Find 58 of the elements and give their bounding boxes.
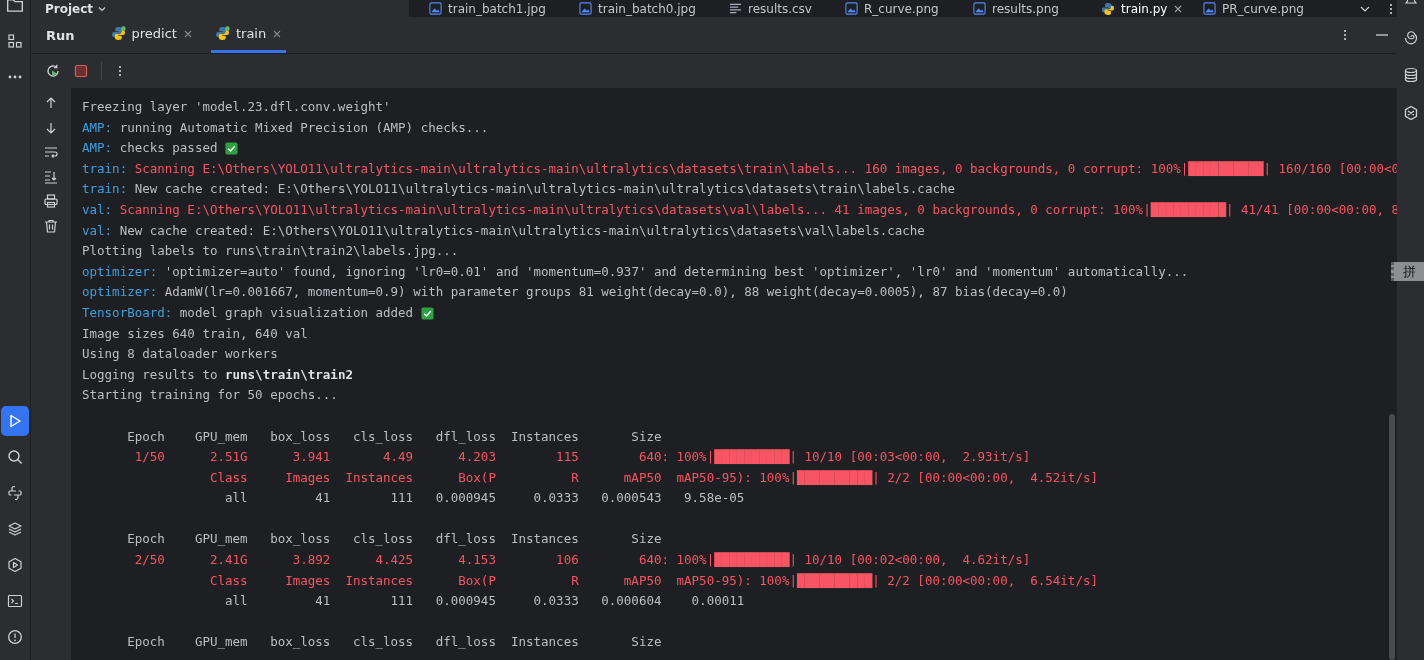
console-line: Freezing layer 'model.23.dfl.conv.weight' bbox=[82, 98, 391, 116]
project-menu[interactable]: Project bbox=[31, 1, 409, 16]
python-icon bbox=[214, 26, 230, 41]
text-file-icon bbox=[729, 2, 742, 15]
soft-wrap-icon[interactable] bbox=[43, 144, 59, 160]
input-method-indicator[interactable]: 拼 bbox=[1391, 262, 1424, 281]
console-line: Using 8 dataloader workers bbox=[82, 345, 278, 364]
run-icon[interactable] bbox=[1, 406, 29, 436]
console-line: AMP: running Automatic Mixed Precision (AMP) checks... bbox=[82, 118, 489, 137]
panel-title: Run bbox=[46, 27, 75, 43]
editor-tab[interactable]: results.png bbox=[965, 0, 1093, 17]
console-line: Epoch GPU_mem box_loss cls_loss dfl_loss Instances Size bbox=[126, 633, 662, 652]
console-line: Epoch GPU_mem box_loss cls_loss dfl_loss Instances Size bbox=[126, 530, 662, 549]
print-icon[interactable] bbox=[43, 193, 59, 209]
console-line: AMP: checks passed bbox=[82, 139, 219, 158]
stop-icon[interactable] bbox=[73, 63, 89, 79]
console-line: all 41 111 0.000945 0.0333 0.000543 9.58e-05 bbox=[224, 489, 745, 508]
console-line: Image sizes 640 train, 640 val bbox=[82, 324, 308, 343]
console-line: 2/50 2.41G 3.892 4.425 4.153 106 640: 100%|██████████| 10/10 [00:02<00:00, 4.62it/s] bbox=[133, 551, 1031, 570]
run-tab[interactable]: predict bbox=[106, 17, 197, 53]
console-line: Epoch GPU_mem box_loss cls_loss dfl_loss Instances Size bbox=[126, 427, 662, 446]
rerun-icon[interactable] bbox=[45, 63, 61, 79]
console-line: Logging results to runs\train\train2 bbox=[82, 365, 353, 384]
editor-tab[interactable]: R_curve.png bbox=[837, 0, 965, 17]
console-line: Starting training for 50 epochs... bbox=[82, 386, 338, 405]
editor-tab[interactable]: results.csv bbox=[721, 0, 837, 17]
python-file-icon bbox=[1101, 1, 1115, 16]
editor-tab[interactable]: train_batch1.jpg bbox=[421, 0, 571, 17]
console-line: all 41 111 0.000945 0.0333 0.000604 0.00011 bbox=[224, 592, 745, 611]
console-line: Class Images Instances Box(P R mAP50 mAP50-95): 100%|██████████| 2/2 [00:00<00:00, 6.54it/s] bbox=[208, 571, 1098, 590]
image-file-icon bbox=[579, 2, 592, 15]
console-line: optimizer: 'optimizer=auto' found, ignoring 'lr0=0.01' and 'momentum=0.937' and determining best 'optimizer', 'lr0' and 'momentum' automatically... bbox=[82, 262, 1189, 281]
console-line: optimizer: AdamW(lr=0.001667, momentum=0.9) with parameter groups 81 weight(decay=0.0), 88 weight(decay=0.0005), 87 bias(decay=0.0) bbox=[82, 283, 1068, 302]
editor-tab[interactable]: train.py bbox=[1093, 0, 1195, 17]
console-line: Class Images Instances Box(P R mAP50 mAP50-95): 100%|██████████| 2/2 [00:00<00:00, 4.52it/s] bbox=[208, 468, 1098, 487]
close-icon[interactable] bbox=[182, 28, 193, 39]
console-line: val: New cache created: E:\Others\YOLO11\ultralytics-main\ultralytics-main\ultralytics\datasets\val\labels.cache bbox=[82, 221, 925, 240]
python-icon bbox=[110, 26, 126, 41]
ai-assistant-icon[interactable] bbox=[1402, 105, 1419, 121]
console-line: Plotting labels to runs\train\train2\labels.jpg... bbox=[82, 242, 459, 261]
image-file-icon bbox=[973, 2, 986, 15]
console-line: train: New cache created: E:\Others\YOLO11\ultralytics-main\ultralytics-main\ultralytics\datasets\train\labels.cache bbox=[82, 180, 955, 199]
check-icon bbox=[420, 306, 434, 320]
image-file-icon bbox=[845, 2, 858, 15]
image-file-icon bbox=[429, 2, 442, 15]
scrollbar[interactable] bbox=[1389, 414, 1395, 660]
console-line: TensorBoard: model graph visualization added bbox=[82, 303, 415, 322]
close-icon[interactable] bbox=[1173, 3, 1184, 14]
scroll-to-end-icon[interactable] bbox=[43, 168, 59, 185]
image-file-icon bbox=[1203, 2, 1216, 15]
trash-icon[interactable] bbox=[43, 217, 59, 234]
check-icon bbox=[225, 142, 238, 155]
close-icon[interactable] bbox=[272, 28, 283, 39]
editor-tab[interactable]: PR_curve.png bbox=[1195, 0, 1345, 17]
spiral-icon[interactable] bbox=[1402, 29, 1419, 45]
editor-tab[interactable]: train_batch0.jpg bbox=[571, 0, 721, 17]
database-icon[interactable] bbox=[1402, 67, 1419, 83]
console-line: 1/50 2.51G 3.941 4.49 4.203 115 640: 100%|██████████| 10/10 [00:03<00:00, 2.93it/s] bbox=[133, 448, 1031, 467]
